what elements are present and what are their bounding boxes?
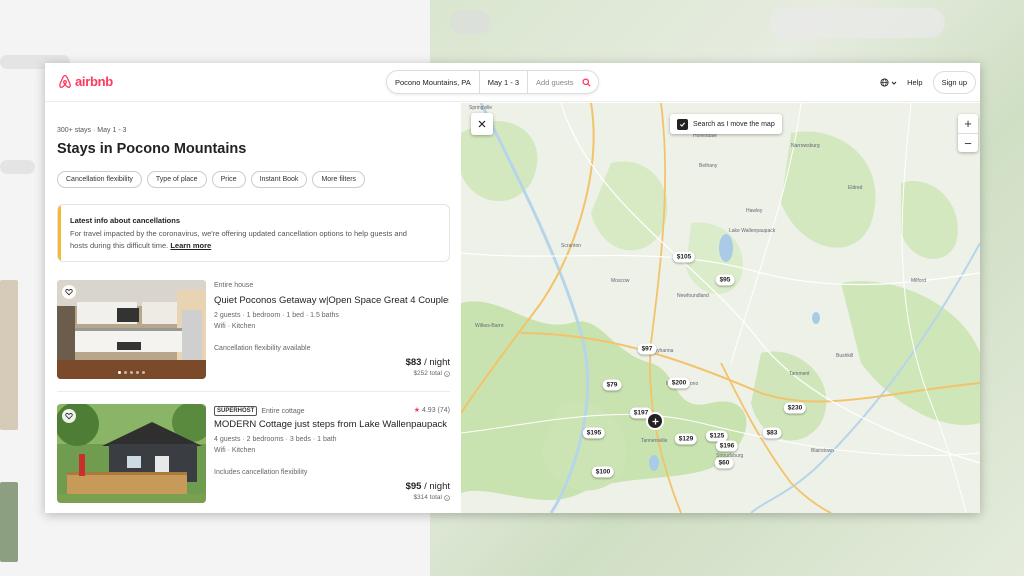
search-location[interactable]: Pocono Mountains, PA (387, 71, 480, 93)
cancellation-notice: Latest info about cancellations For trav… (57, 204, 450, 262)
listing-type: Entire cottage (261, 407, 305, 415)
filter-price[interactable]: Price (211, 171, 246, 188)
notice-body: For travel impacted by the coronavirus, … (70, 229, 407, 250)
brand-name: airbnb (75, 74, 113, 89)
heart-icon (65, 289, 73, 296)
map-view[interactable]: Springville Honesdale Bethany Narrowsbur… (461, 103, 980, 513)
filter-cancellation[interactable]: Cancellation flexibility (57, 171, 142, 188)
listing-title[interactable]: Quiet Poconos Getaway w|Open Space Great… (214, 295, 449, 306)
airbnb-logo-icon (59, 74, 71, 88)
map-terrain (461, 103, 980, 513)
map-town-label: Moscow (611, 278, 630, 284)
price-pin[interactable]: $100 (591, 466, 615, 478)
search-dates[interactable]: May 1 - 3 (480, 71, 529, 93)
price-pin[interactable]: $196 (715, 440, 739, 452)
heart-icon (65, 413, 73, 420)
map-town-label: Milford (911, 278, 927, 284)
map-town-label: Eldred (848, 185, 863, 191)
info-icon[interactable] (444, 494, 450, 501)
price-pin[interactable]: $105 (672, 251, 696, 263)
price-unit: / night (424, 357, 450, 368)
price-unit: / night (424, 481, 450, 492)
notice-title: Latest info about cancellations (70, 216, 181, 225)
price-pin[interactable]: $83 (762, 427, 782, 439)
checkbox[interactable] (677, 118, 688, 130)
search-guests[interactable]: Add guests (528, 71, 582, 93)
map-town-label: Scranton (561, 243, 582, 249)
filter-instant-book[interactable]: Instant Book (250, 171, 308, 188)
price-pin[interactable]: $200 (667, 377, 691, 389)
filter-more[interactable]: More filters (312, 171, 366, 188)
map-town-label: Newfoundland (677, 293, 709, 299)
map-town-label: Tannersville (641, 438, 668, 444)
price-pin[interactable]: $79 (602, 379, 622, 391)
info-icon[interactable] (444, 370, 450, 377)
language-button[interactable] (880, 78, 897, 87)
superhost-badge: SUPERHOST (214, 406, 258, 416)
map-town-label: Springville (469, 105, 493, 111)
zoom-out-button[interactable]: − (958, 133, 978, 152)
map-town-label: Narrowsburg (791, 143, 820, 149)
price-pin[interactable]: $97 (637, 343, 657, 355)
listing-rating: 4.93 (74) (421, 407, 450, 414)
zoom-in-button[interactable]: + (958, 114, 978, 133)
plus-icon (652, 418, 658, 424)
close-icon (478, 120, 486, 128)
map-town-label: Blairstown (811, 448, 835, 454)
listing-total: $314 total (413, 494, 442, 501)
globe-icon (880, 78, 889, 87)
listing-details: 4 guests · 2 bedrooms · 3 beds · 1 bath (214, 436, 337, 443)
help-link[interactable]: Help (907, 78, 922, 87)
listing-amenities: Wifi · Kitchen (214, 323, 256, 330)
learn-more-link[interactable]: Learn more (170, 241, 211, 250)
zoom-controls: + − (958, 114, 978, 152)
checkmark-icon (679, 121, 686, 127)
save-heart-button[interactable] (62, 409, 76, 423)
close-map-button[interactable] (471, 113, 493, 135)
price-pin[interactable]: $129 (674, 433, 698, 445)
search-icon (582, 77, 591, 87)
price-pin[interactable]: $230 (783, 402, 807, 414)
page-title: Stays in Pocono Mountains (57, 141, 247, 157)
map-town-label: Lake Wallenpaupack (729, 228, 776, 234)
listing-price: $95 (405, 481, 422, 492)
listing-type: Entire house (214, 282, 254, 289)
browser-window: airbnb Pocono Mountains, PA May 1 - 3 Ad… (45, 63, 980, 513)
chevron-down-icon (891, 81, 897, 85)
toggle-label: Search as I move the map (693, 120, 775, 128)
listing-card[interactable]: Entire house Quiet Poconos Getaway w|Ope… (57, 280, 450, 380)
map-town-label: Wilkes-Barre (475, 323, 504, 329)
price-pin[interactable]: $60 (714, 457, 734, 469)
search-bar[interactable]: Pocono Mountains, PA May 1 - 3 Add guest… (386, 70, 599, 94)
selected-listing-marker[interactable] (648, 414, 662, 428)
listing-title[interactable]: MODERN Cottage just steps from Lake Wall… (214, 419, 449, 430)
photo-carousel-dots (57, 371, 206, 374)
map-town-label: Bushkill (836, 353, 854, 359)
price-pin[interactable]: $95 (715, 274, 735, 286)
map-town-label: Tamment (789, 371, 810, 377)
results-meta: 300+ stays · May 1 - 3 (57, 127, 127, 134)
listing-details: 2 guests · 1 bedroom · 1 bed · 1.5 baths (214, 312, 339, 319)
listing-cancellation: Includes cancellation flexibility (214, 469, 308, 476)
listing-photo[interactable] (57, 280, 206, 379)
listing-card[interactable]: SUPERHOST Entire cottage ★ 4.93 (74) MOD… (57, 404, 450, 504)
listing-cancellation: Cancellation flexibility available (214, 345, 311, 352)
listing-photo[interactable] (57, 404, 206, 503)
filter-type-of-place[interactable]: Type of place (146, 171, 207, 188)
listing-price: $83 (405, 357, 422, 368)
listing-amenities: Wifi · Kitchen (214, 447, 256, 454)
top-header: airbnb Pocono Mountains, PA May 1 - 3 Ad… (45, 63, 980, 102)
map-town-label: Bethany (699, 163, 718, 169)
star-icon: ★ (413, 407, 421, 414)
listing-panel: 300+ stays · May 1 - 3 Stays in Pocono M… (45, 103, 461, 513)
map-town-label: Hawley (746, 208, 763, 214)
signup-button[interactable]: Sign up (932, 71, 976, 94)
search-as-move-toggle[interactable]: Search as I move the map (670, 114, 782, 134)
listing-total: $252 total (413, 370, 442, 377)
filter-bar: Cancellation flexibility Type of place P… (57, 171, 366, 188)
search-button[interactable] (582, 75, 592, 89)
airbnb-logo[interactable]: airbnb (58, 74, 113, 89)
price-pin[interactable]: $195 (582, 427, 606, 439)
save-heart-button[interactable] (62, 285, 76, 299)
